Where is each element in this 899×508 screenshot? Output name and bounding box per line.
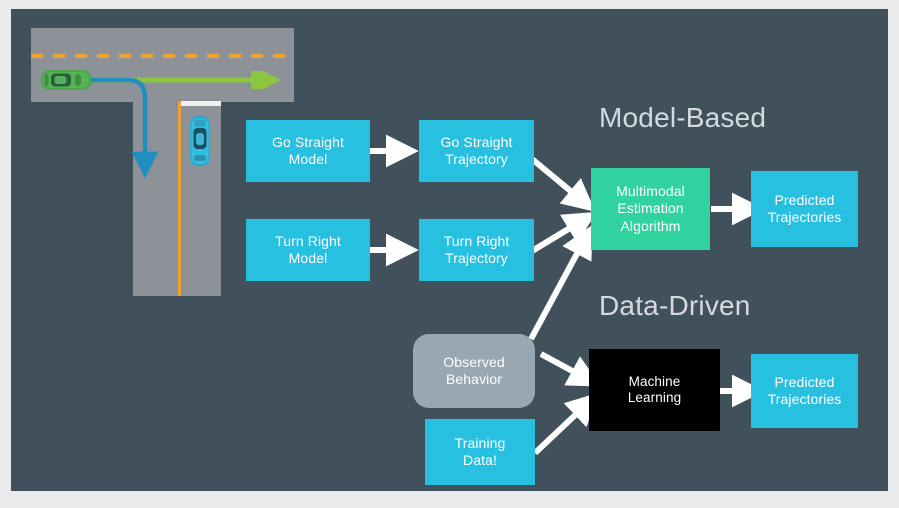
stop-bar-marking [181, 101, 221, 106]
node-go-straight-model[interactable]: Go Straight Model [246, 120, 370, 182]
node-multimodal-estimation-algorithm[interactable]: Multimodal Estimation Algorithm [591, 168, 710, 250]
road-center-dashed-line [31, 54, 294, 58]
node-training-data[interactable]: Training Data! [425, 419, 535, 485]
diagram-canvas: Model-Based Data-Driven Go Straight Mode… [11, 9, 888, 491]
blue-car-icon [190, 116, 210, 166]
node-go-straight-trajectory[interactable]: Go Straight Trajectory [419, 120, 534, 182]
node-observed-behavior[interactable]: Observed Behavior [413, 334, 535, 408]
node-turn-right-model[interactable]: Turn Right Model [246, 219, 370, 281]
node-predicted-trajectories-data-driven[interactable]: Predicted Trajectories [751, 354, 858, 428]
green-car-icon [41, 70, 91, 90]
node-machine-learning[interactable]: Machine Learning [589, 349, 720, 431]
section-title-data-driven: Data-Driven [599, 290, 751, 321]
section-title-model-based: Model-Based [599, 102, 767, 133]
node-predicted-trajectories-model-based[interactable]: Predicted Trajectories [751, 171, 858, 247]
screenshot-root: Model-Based Data-Driven Go Straight Mode… [0, 0, 899, 508]
node-turn-right-trajectory[interactable]: Turn Right Trajectory [419, 219, 534, 281]
